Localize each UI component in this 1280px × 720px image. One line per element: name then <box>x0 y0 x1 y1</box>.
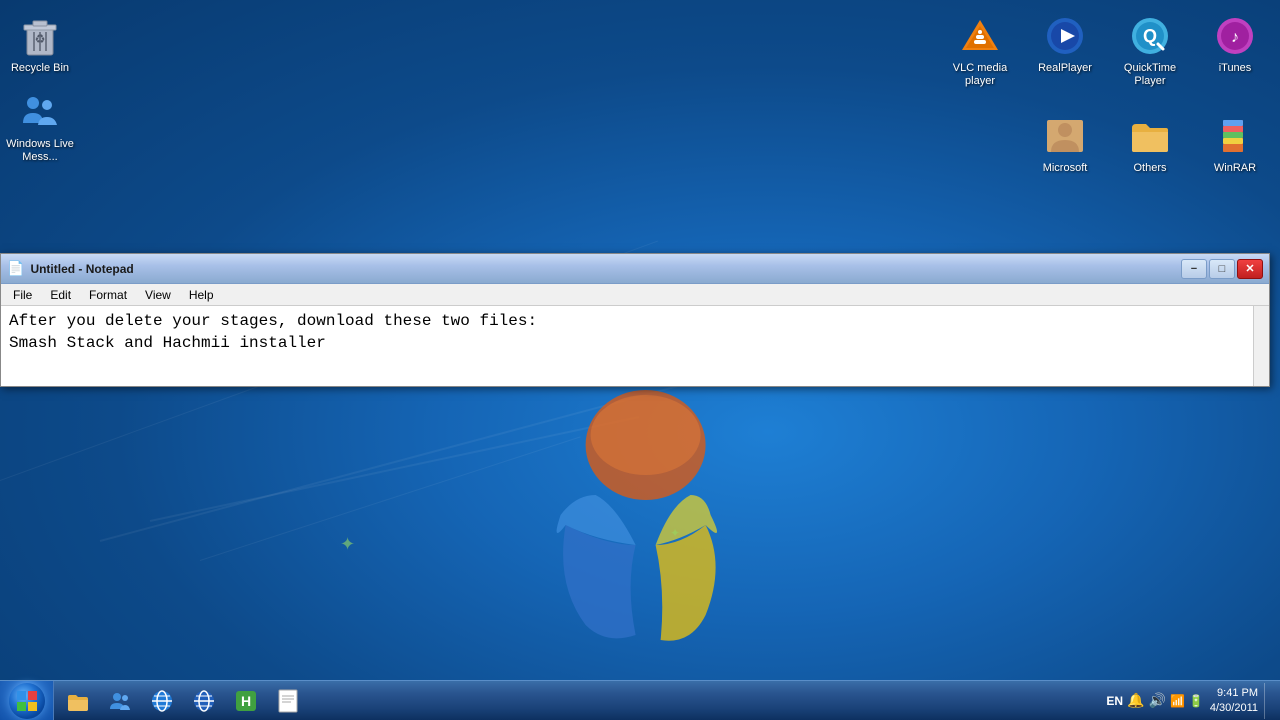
network-icon[interactable]: 📶 <box>1170 694 1185 708</box>
desktop-icon-quicktime[interactable]: Q QuickTime Player <box>1110 8 1190 92</box>
minimize-button[interactable]: − <box>1181 259 1207 279</box>
taskbar-notepad[interactable] <box>268 683 308 719</box>
desktop: ✦ ✦ ♻ Recycle Bin <box>0 0 1280 720</box>
system-clock[interactable]: 9:41 PM 4/30/2011 <box>1210 686 1258 715</box>
winrar-label: WinRAR <box>1214 162 1256 175</box>
quicktime-label: QuickTime Player <box>1114 62 1186 88</box>
decoration-sparkle: ✦ <box>340 534 355 555</box>
notepad-window: 📄 Untitled - Notepad − □ ✕ File Edit For… <box>0 253 1270 387</box>
desktop-icons-left: ♻ Recycle Bin Windows Live Mess... <box>0 0 80 177</box>
desktop-icon-microsoft[interactable]: Microsoft <box>1025 108 1105 179</box>
svg-text:H: H <box>241 693 251 709</box>
microsoft-label: Microsoft <box>1043 162 1088 175</box>
realplayer-icon <box>1041 12 1089 60</box>
windows-live-messenger-label: Windows Live Mess... <box>4 138 76 164</box>
windows-logo <box>506 385 786 670</box>
volume-icon[interactable]: 🔊 <box>1149 692 1166 709</box>
notepad-text: After you delete your stages, download t… <box>9 310 1261 355</box>
taskbar-hackmii[interactable]: H <box>226 683 266 719</box>
desktop-icon-windows-live-messenger[interactable]: Windows Live Mess... <box>0 84 80 168</box>
others-icon <box>1126 112 1174 160</box>
menu-format[interactable]: Format <box>81 286 135 304</box>
vlc-label: VLC media player <box>944 62 1016 88</box>
start-orb <box>9 683 45 719</box>
desktop-icon-realplayer[interactable]: RealPlayer <box>1025 8 1105 92</box>
winrar-icon <box>1211 112 1259 160</box>
realplayer-label: RealPlayer <box>1038 62 1092 75</box>
taskbar-messenger[interactable] <box>100 683 140 719</box>
desktop-icons-right-bottom: Microsoft Others <box>1020 100 1280 187</box>
taskbar-ie[interactable] <box>142 683 182 719</box>
maximize-button[interactable]: □ <box>1209 259 1235 279</box>
recycle-bin-icon: ♻ <box>16 12 64 60</box>
taskbar-ie2[interactable] <box>184 683 224 719</box>
menu-help[interactable]: Help <box>181 286 222 304</box>
windows-live-messenger-icon <box>16 88 64 136</box>
desktop-icon-itunes[interactable]: ♪ iTunes <box>1195 8 1275 92</box>
battery-icon[interactable]: 🔋 <box>1189 694 1204 708</box>
itunes-label: iTunes <box>1219 62 1252 75</box>
language-indicator[interactable]: EN <box>1106 694 1123 708</box>
close-button[interactable]: ✕ <box>1237 259 1263 279</box>
others-label: Others <box>1133 162 1166 175</box>
notepad-title-text: Untitled - Notepad <box>30 262 133 276</box>
start-button[interactable] <box>0 681 54 720</box>
notepad-titlebar: 📄 Untitled - Notepad − □ ✕ <box>1 254 1269 284</box>
menu-edit[interactable]: Edit <box>42 286 79 304</box>
svg-text:♪: ♪ <box>1231 29 1239 46</box>
taskbar-right: EN 🔔 🔊 📶 🔋 9:41 PM 4/30/2011 <box>1098 681 1280 720</box>
show-desktop-button[interactable] <box>1264 683 1272 719</box>
svg-text:Q: Q <box>1143 26 1157 46</box>
desktop-icon-recycle-bin[interactable]: ♻ Recycle Bin <box>0 8 80 79</box>
desktop-icon-winrar[interactable]: WinRAR <box>1195 108 1275 179</box>
window-controls: − □ ✕ <box>1181 259 1263 279</box>
microsoft-icon <box>1041 112 1089 160</box>
notepad-content-area[interactable]: After you delete your stages, download t… <box>1 306 1269 386</box>
notification-icon[interactable]: 🔔 <box>1127 692 1144 709</box>
taskbar-items: H <box>54 681 312 720</box>
svg-text:♻: ♻ <box>35 32 46 46</box>
notepad-scrollbar[interactable] <box>1253 306 1269 386</box>
desktop-icon-vlc[interactable]: VLC media player <box>940 8 1020 92</box>
decoration-sparkle-2: ✦ <box>670 526 680 540</box>
vlc-icon <box>956 12 1004 60</box>
itunes-icon: ♪ <box>1211 12 1259 60</box>
notepad-title-icon: 📄 <box>7 260 24 277</box>
recycle-bin-label: Recycle Bin <box>11 62 69 75</box>
notepad-menubar: File Edit Format View Help <box>1 284 1269 306</box>
desktop-icons-right-top: VLC media player RealPlayer Q <box>935 0 1280 100</box>
menu-view[interactable]: View <box>137 286 179 304</box>
taskbar: H EN 🔔 🔊 📶 🔋 <box>0 680 1280 720</box>
desktop-icon-others[interactable]: Others <box>1110 108 1190 179</box>
quicktime-icon: Q <box>1126 12 1174 60</box>
clock-time: 9:41 PM <box>1217 686 1258 700</box>
notepad-title: 📄 Untitled - Notepad <box>7 260 134 277</box>
clock-date: 4/30/2011 <box>1210 701 1258 715</box>
menu-file[interactable]: File <box>5 286 40 304</box>
taskbar-explorer[interactable] <box>58 683 98 719</box>
system-tray: EN 🔔 🔊 📶 🔋 <box>1106 692 1203 709</box>
